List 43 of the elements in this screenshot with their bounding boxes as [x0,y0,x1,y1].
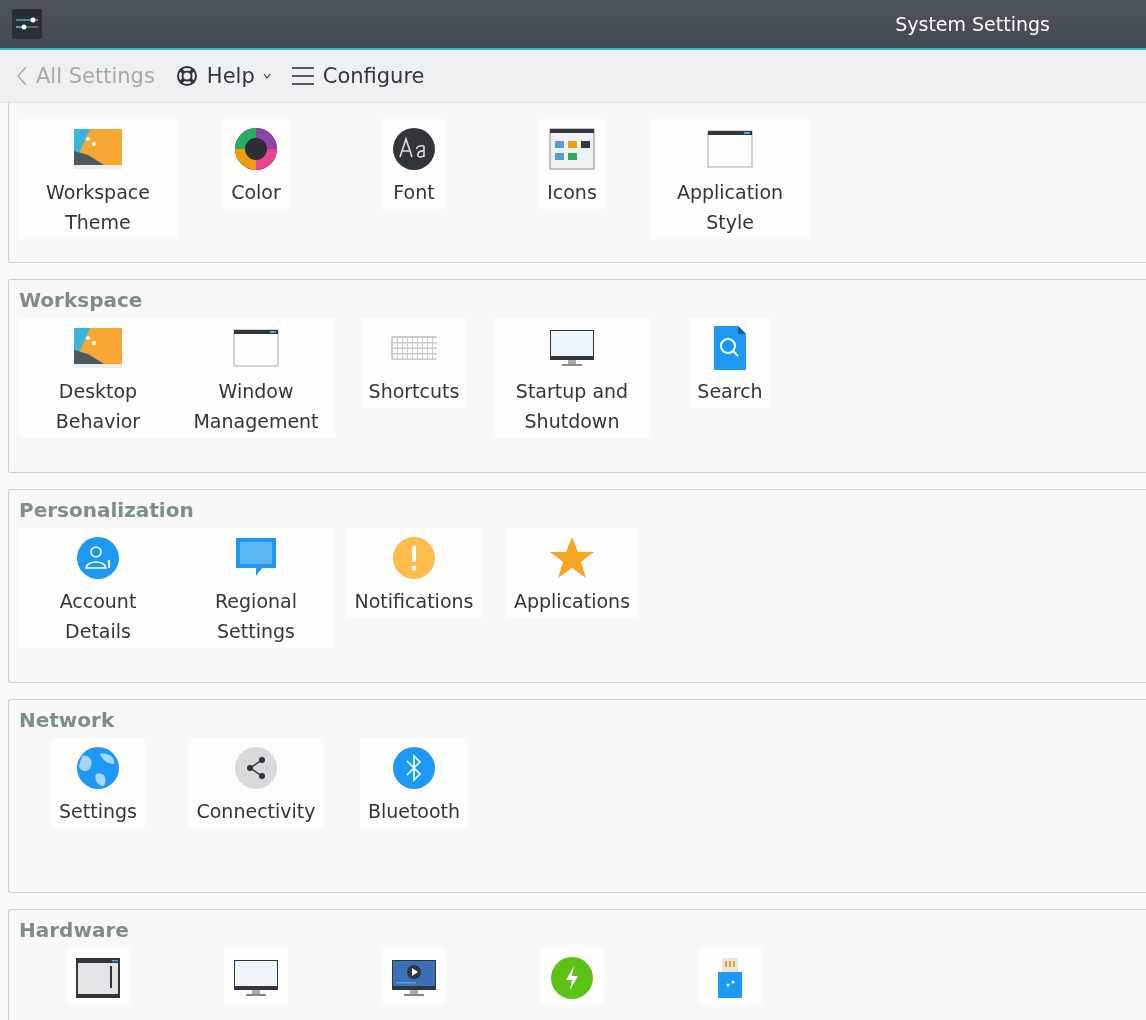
folder-window-icon [548,125,596,173]
settings-module-tile[interactable]: Application Style [651,119,809,239]
settings-module-tile[interactable] [66,948,130,1004]
settings-module-tile[interactable] [540,948,604,1004]
lightning-icon [548,954,596,1002]
settings-module-tile[interactable]: Connectivity [188,738,324,828]
settings-module-tile[interactable]: Settings [51,738,145,828]
help-menu-button[interactable]: Help [168,60,277,92]
chevron-left-icon [16,65,28,87]
settings-module-tile[interactable] [698,948,762,1004]
settings-module-tile[interactable]: Workspace Theme [19,119,177,239]
group-title: Personalization [19,498,195,522]
sliders-icon [12,9,42,39]
settings-module-tile[interactable]: Notifications [346,528,482,618]
settings-module-tile[interactable]: Regional Settings [177,528,335,648]
settings-module-tile[interactable] [224,948,288,1004]
group-title: Workspace [19,288,144,312]
settings-module-tile[interactable]: Bluetooth [359,738,469,828]
settings-module-tile[interactable]: Window Management [177,318,335,438]
menu-icon [290,65,315,87]
settings-module-tile[interactable]: Font [382,119,446,209]
globe-icon [74,744,122,792]
share-icon [232,744,280,792]
letters-icon [390,125,438,173]
settings-module-tile[interactable]: Applications [505,528,639,618]
group-title: Hardware [19,918,130,942]
bluetooth-icon [390,744,438,792]
settings-module-tile[interactable]: Search [689,318,771,408]
color-wheel-icon [232,125,280,173]
settings-module-tile[interactable]: Account Details [19,528,177,648]
settings-module-tile[interactable]: Icons [539,119,605,209]
exclamation-icon [390,534,438,582]
settings-module-tile[interactable] [382,948,446,1004]
settings-module-tile[interactable]: Shortcuts [360,318,468,408]
configure-menu-button[interactable]: Configure [284,60,431,92]
person-icon [74,534,122,582]
settings-module-tile[interactable]: Startup and Shutdown [493,318,651,438]
lifebuoy-icon [174,64,199,88]
caret-icon [262,73,271,79]
settings-module-tile[interactable]: Color [223,119,289,209]
group-title: Network [19,708,116,732]
settings-module-tile[interactable]: Desktop Behavior [19,318,177,438]
window-title: System Settings [895,13,1050,35]
